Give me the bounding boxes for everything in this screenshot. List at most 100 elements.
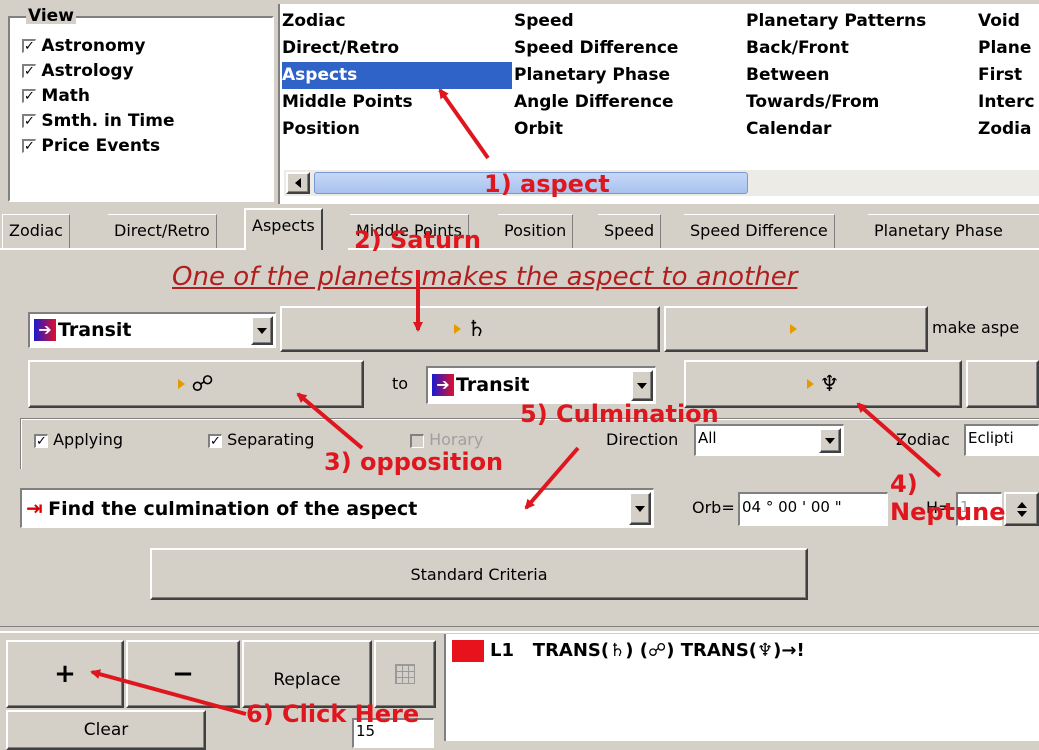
- menu-item-first[interactable]: First: [978, 62, 1038, 89]
- direction-label: Direction: [606, 430, 679, 449]
- chevron-down-icon: [635, 505, 645, 512]
- extra-button[interactable]: [966, 360, 1039, 408]
- tab-position[interactable]: Position: [498, 214, 574, 248]
- menu-item-back-front[interactable]: Back/Front: [746, 35, 976, 62]
- view-item-astrology[interactable]: ✓ Astrology: [22, 58, 174, 84]
- orb-label: Orb=: [692, 498, 735, 517]
- separating-option[interactable]: ✓ Separating: [208, 430, 314, 449]
- menu-item-between[interactable]: Between: [746, 62, 976, 89]
- transit-arrow-icon: ➔: [432, 374, 454, 396]
- criteria-list[interactable]: L1 TRANS(♄) (☍) TRANS(♆)→!: [444, 634, 1039, 741]
- menu-column-2: Speed Speed Difference Planetary Phase A…: [514, 8, 744, 143]
- standard-criteria-button[interactable]: Standard Criteria: [150, 548, 808, 600]
- aspect-heading: One of the planets makes the aspect to a…: [172, 262, 798, 292]
- transit-select-2[interactable]: ➔ Transit: [426, 366, 656, 404]
- checkbox-icon[interactable]: ✓: [208, 433, 222, 448]
- menu-item-interc[interactable]: Interc: [978, 89, 1038, 116]
- find-mode-select[interactable]: ⇥ Find the culmination of the aspect: [20, 488, 654, 528]
- menu-item-void[interactable]: Void: [978, 8, 1038, 35]
- menu-column-3: Planetary Patterns Back/Front Between To…: [746, 8, 976, 143]
- chevron-down-icon: [257, 327, 267, 334]
- dropdown-button[interactable]: [819, 428, 841, 453]
- menu-item-speed[interactable]: Speed: [514, 8, 744, 35]
- direction-select[interactable]: All: [694, 424, 844, 456]
- saturn-icon: ♄: [466, 316, 487, 342]
- remove-button[interactable]: −: [126, 640, 240, 708]
- menu-item-plane[interactable]: Plane: [978, 35, 1038, 62]
- horary-option[interactable]: Horary: [410, 430, 483, 449]
- menu-column-1: Zodiac Direct/Retro Aspects Middle Point…: [282, 8, 512, 143]
- annotation-aspect: 1) aspect: [484, 170, 610, 198]
- minus-icon: −: [172, 659, 194, 689]
- dropdown-button[interactable]: [629, 492, 651, 525]
- tab-zodiac[interactable]: Zodiac: [2, 214, 70, 248]
- view-item-math[interactable]: ✓ Math: [22, 83, 174, 109]
- chevron-down-icon: [637, 382, 647, 389]
- chevron-left-icon: [295, 178, 301, 188]
- menu-item-zodiac[interactable]: Zodiac: [282, 8, 512, 35]
- menu-item-middle-points[interactable]: Middle Points: [282, 89, 512, 116]
- applying-option[interactable]: ✓ Applying: [34, 430, 123, 449]
- replace-button[interactable]: Replace: [242, 640, 372, 708]
- zodiac-label: Zodiac: [896, 430, 950, 449]
- menu-item-planetary-patterns[interactable]: Planetary Patterns: [746, 8, 976, 35]
- checkbox-icon[interactable]: ✓: [22, 114, 36, 128]
- checkbox-icon[interactable]: ✓: [22, 64, 36, 78]
- dropdown-button[interactable]: [631, 370, 653, 401]
- tab-speed-difference[interactable]: Speed Difference: [684, 214, 835, 248]
- menu-item-speed-difference[interactable]: Speed Difference: [514, 35, 744, 62]
- checkbox-icon[interactable]: ✓: [22, 139, 36, 153]
- view-panel-title: View: [26, 6, 76, 26]
- menu-item-angle-difference[interactable]: Angle Difference: [514, 89, 744, 116]
- dropdown-button[interactable]: [251, 316, 273, 345]
- color-swatch: [452, 640, 484, 662]
- view-panel: View ✓ Astronomy ✓ Astrology ✓ Math ✓ Sm…: [8, 6, 274, 202]
- to-label: to: [392, 374, 409, 393]
- menu-item-direct-retro[interactable]: Direct/Retro: [282, 35, 512, 62]
- chevron-down-icon: [825, 437, 835, 444]
- transit-arrow-icon: ➔: [34, 319, 56, 341]
- neptune-icon: ♆: [819, 371, 840, 397]
- checkbox-icon[interactable]: ✓: [34, 433, 48, 448]
- play-marker-icon: [453, 324, 461, 334]
- tab-aspects[interactable]: Aspects: [244, 208, 323, 250]
- zodiac-select[interactable]: Eclipti: [964, 424, 1039, 456]
- annotation-saturn: 2) Saturn: [354, 226, 481, 254]
- checkbox-icon[interactable]: ✓: [22, 39, 36, 53]
- clear-button[interactable]: Clear: [6, 710, 206, 750]
- add-button[interactable]: +: [6, 640, 124, 708]
- plus-icon: +: [54, 659, 76, 689]
- orb-input[interactable]: 04 ° 00 ' 00 ": [738, 492, 888, 526]
- menu-item-aspects[interactable]: Aspects: [282, 62, 512, 89]
- grid-button[interactable]: [374, 640, 436, 708]
- menu-item-towards-from[interactable]: Towards/From: [746, 89, 976, 116]
- checkbox-icon[interactable]: [410, 433, 424, 448]
- checkbox-icon[interactable]: ✓: [22, 89, 36, 103]
- tab-speed[interactable]: Speed: [598, 214, 662, 248]
- planet1-button[interactable]: ♄: [280, 306, 660, 352]
- view-item-astronomy[interactable]: ✓ Astronomy: [22, 33, 174, 59]
- play-marker-icon: [178, 379, 186, 389]
- menu-item-calendar[interactable]: Calendar: [746, 116, 976, 143]
- menu-scrollbar[interactable]: [284, 170, 1039, 196]
- menu-item-position[interactable]: Position: [282, 116, 512, 143]
- view-list: ✓ Astronomy ✓ Astrology ✓ Math ✓ Smth. i…: [22, 36, 174, 159]
- aspect-button[interactable]: ☍: [28, 360, 364, 408]
- tab-direct-retro[interactable]: Direct/Retro: [108, 214, 217, 248]
- annotation-click-here: 6) Click Here: [246, 700, 420, 728]
- menu-item-orbit[interactable]: Orbit: [514, 116, 744, 143]
- planet3-button[interactable]: ♆: [684, 360, 962, 408]
- transit-select-1[interactable]: ➔ Transit: [28, 312, 276, 348]
- menu-item-planetary-phase[interactable]: Planetary Phase: [514, 62, 744, 89]
- menu-item-zodia[interactable]: Zodia: [978, 116, 1038, 143]
- play-marker-icon: [789, 324, 797, 334]
- view-item-price-events[interactable]: ✓ Price Events: [22, 133, 174, 159]
- annotation-neptune: 4) Neptune: [890, 470, 1006, 526]
- view-item-smth-in-time[interactable]: ✓ Smth. in Time: [22, 108, 174, 134]
- tab-planetary-phase[interactable]: Planetary Phase: [868, 214, 1039, 248]
- criteria-row-l1[interactable]: L1 TRANS(♄) (☍) TRANS(♆)→!: [490, 640, 805, 661]
- opposition-icon: ☍: [191, 371, 214, 397]
- scroll-left-button[interactable]: [286, 172, 310, 194]
- planet2-button[interactable]: [664, 306, 928, 352]
- play-marker-icon: [806, 379, 814, 389]
